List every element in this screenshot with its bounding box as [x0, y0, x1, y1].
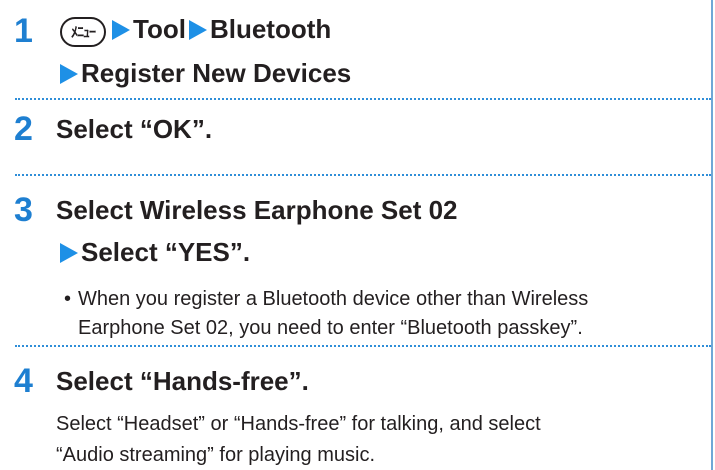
step-4-text: Select “Hands-free”. — [56, 366, 309, 396]
step-3-note-line-1: • When you register a Bluetooth device ot… — [64, 289, 588, 309]
menu-key-icon: ﾒﾆｭｰ — [60, 17, 106, 47]
step-4-desc-line-1: Select “Headset” or “Hands-free” for tal… — [56, 413, 541, 435]
separator — [15, 98, 711, 100]
separator — [15, 345, 711, 347]
step-2-text: Select “OK”. — [56, 114, 213, 144]
step-3-text: Select Wireless Earphone Set 02 — [56, 195, 458, 225]
arrow-right-icon — [60, 243, 78, 263]
arrow-right-icon — [112, 20, 130, 40]
step-1-line-1: ﾒﾆｭｰ Tool Bluetooth — [60, 16, 331, 47]
step-3-sub-text: Select “YES”. — [81, 237, 251, 267]
page-edge-rule — [711, 0, 713, 470]
step-3-note-line-2: Earphone Set 02, you need to enter “Blue… — [78, 317, 583, 339]
step-number: 2 — [14, 110, 33, 148]
step-3-sub-line: Select “YES”. — [60, 239, 250, 265]
step-1-line-2: Register New Devices — [60, 60, 351, 86]
path-tool: Tool — [133, 14, 186, 44]
path-register-new-devices: Register New Devices — [81, 58, 352, 88]
step-number: 3 — [14, 191, 33, 229]
arrow-right-icon — [60, 64, 78, 84]
step-number: 4 — [14, 362, 33, 400]
bullet-icon: • — [64, 288, 72, 310]
note-text: When you register a Bluetooth device oth… — [78, 288, 589, 310]
step-number: 1 — [14, 12, 33, 50]
step-4-desc-line-2: “Audio streaming” for playing music. — [56, 444, 376, 466]
arrow-right-icon — [188, 20, 207, 40]
separator — [15, 174, 711, 176]
path-bluetooth: Bluetooth — [209, 14, 332, 44]
